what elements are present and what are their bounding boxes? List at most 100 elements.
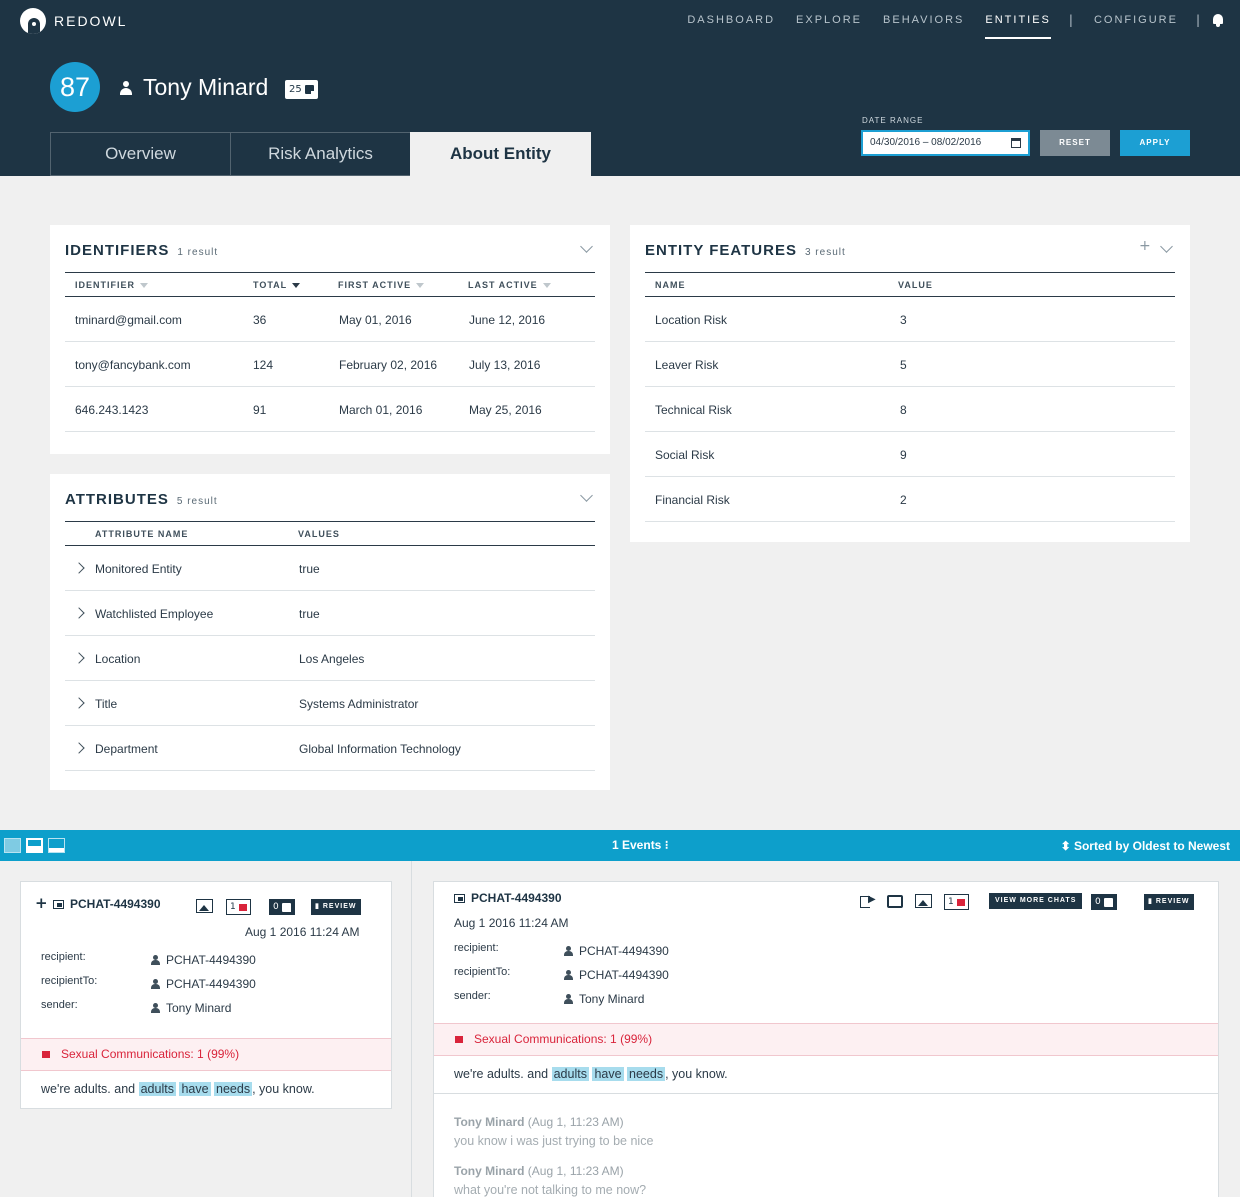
collapse-chevron-icon[interactable] [1160,240,1173,253]
expand-chevron-icon[interactable] [73,652,85,664]
nav-behaviors[interactable]: BEHAVIORS [883,14,964,26]
entity-name: Tony Minard [143,74,269,100]
view-more-chats-button[interactable]: VIEW MORE CHATS [989,893,1083,909]
person-icon [120,81,132,96]
table-row[interactable]: Technical Risk 8 [645,387,1175,432]
table-row[interactable]: Watchlisted Employee true [65,591,595,636]
event-detail-id: PCHAT-4494390 [454,891,562,905]
tab-about-entity[interactable]: About Entity [410,132,591,176]
identifiers-count: 1 result [177,247,219,258]
table-row[interactable]: tminard@gmail.com 36 May 01, 2016 June 1… [65,297,595,342]
export-icon[interactable] [860,894,876,908]
recipient-to-label: recipientTo: [454,966,511,978]
nav-dashboard[interactable]: DASHBOARD [687,14,775,26]
image-icon[interactable] [196,899,213,913]
date-range-input[interactable]: 04/30/2016 – 08/02/2016 [861,130,1030,156]
event-card[interactable]: + PCHAT-4494390 1 0 REVIEW Aug 1 2016 11… [20,881,392,1109]
events-count[interactable]: 1 Events ⁝ [612,838,669,852]
note-count-badge[interactable]: 0 [269,899,295,915]
sort-order-toggle[interactable]: ⬍ Sorted by Oldest to Newest [1061,839,1230,853]
table-row[interactable]: Department Global Information Technology [65,726,595,771]
sender-value-text: Tony Minard [166,1001,232,1015]
apply-button[interactable]: APPLY [1120,130,1190,156]
layout-split-icon[interactable] [26,838,43,853]
expand-chevron-icon[interactable] [73,697,85,709]
review-button[interactable]: REVIEW [1144,894,1195,910]
column-last-active[interactable]: LAST ACTIVE [468,280,551,290]
attribute-value-cell: true [299,607,320,621]
user-icon [564,994,573,1004]
tab-overview[interactable]: Overview [50,132,231,176]
flag-count-badge[interactable]: 1 [944,894,969,910]
table-row[interactable]: Leaver Risk 5 [645,342,1175,387]
brand-name: REDOWL [54,13,128,29]
notes-count-badge[interactable]: 25 [285,80,318,99]
chat-icon [53,900,64,909]
chat-time: (Aug 1, 11:23 AM) [527,1164,624,1178]
table-row[interactable]: Monitored Entity true [65,546,595,591]
risk-score-badge: 87 [50,62,100,112]
identifiers-card: IDENTIFIERS 1 result IDENTIFIER TOTAL FIR… [50,225,610,454]
column-total[interactable]: TOTAL [253,280,301,290]
recipient-label: recipient: [454,942,499,954]
add-icon[interactable]: + [1139,238,1151,254]
identifier-cell: 646.243.1423 [75,403,149,417]
layout-single-icon[interactable] [4,838,21,853]
table-row[interactable]: Title Systems Administrator [65,681,595,726]
flag-row: Sexual Communications: 1 (99%) [434,1023,1218,1056]
table-row[interactable]: tony@fancybank.com 124 February 02, 2016… [65,342,595,387]
expand-chevron-icon[interactable] [73,742,85,754]
last-active-cell: July 13, 2016 [469,358,541,372]
tab-risk-analytics[interactable]: Risk Analytics [230,132,411,176]
chat-message: Tony Minard (Aug 1, 11:23 AM) what you'r… [454,1164,646,1197]
chat-text: what you're not talking to me now? [454,1183,647,1197]
expand-plus-icon[interactable]: + [35,894,48,912]
chat-sender: Tony Minard [454,1164,525,1178]
brand-logo[interactable]: REDOWL [20,8,127,34]
nav-explore[interactable]: EXPLORE [796,14,862,26]
notifications-bell-icon[interactable] [1212,13,1224,27]
expand-chevron-icon[interactable] [73,562,85,574]
note-count-badge[interactable]: 0 [1091,894,1117,910]
table-row[interactable]: Financial Risk 2 [645,477,1175,522]
table-row[interactable]: 646.243.1423 91 March 01, 2016 May 25, 2… [65,387,595,432]
total-cell: 124 [253,358,274,372]
column-total-label: TOTAL [253,280,288,290]
user-icon [151,979,160,989]
image-icon[interactable] [915,894,932,908]
highlight-term: have [592,1067,624,1081]
flag-count-badge[interactable]: 1 [226,899,251,915]
nav-configure[interactable]: CONFIGURE [1094,14,1178,26]
expand-chevron-icon[interactable] [73,607,85,619]
identifier-cell: tminard@gmail.com [75,313,182,327]
reset-button[interactable]: RESET [1040,130,1110,156]
sort-icon [542,283,551,289]
attribute-value-cell: Systems Administrator [299,697,419,711]
note-count: 0 [273,902,279,912]
table-row[interactable]: Location Risk 3 [645,297,1175,342]
layout-bottom-icon[interactable] [48,838,65,853]
nav-entities[interactable]: ENTITIES [985,14,1051,39]
message-text: we're adults. and [41,1082,139,1096]
column-first-active[interactable]: FIRST ACTIVE [338,280,425,290]
identifiers-header: IDENTIFIER TOTAL FIRST ACTIVE LAST ACTIV… [65,272,595,297]
flag-text: Sexual Communications: 1 (99%) [61,1047,240,1061]
user-icon [564,970,573,980]
event-message: we're adults. and adults have needs, you… [454,1067,728,1081]
collapse-chevron-icon[interactable] [580,240,593,253]
review-button[interactable]: REVIEW [311,899,362,915]
table-row[interactable]: Social Risk 9 [645,432,1175,477]
collapse-chevron-icon[interactable] [580,489,593,502]
print-icon[interactable] [887,895,903,908]
column-attribute-name: ATTRIBUTE NAME [95,529,189,539]
feature-name-cell: Financial Risk [655,493,730,507]
table-row[interactable]: Location Los Angeles [65,636,595,681]
calendar-icon[interactable] [1011,138,1021,148]
first-active-cell: May 01, 2016 [339,313,412,327]
last-active-cell: June 12, 2016 [469,313,546,327]
column-identifier[interactable]: IDENTIFIER [75,280,149,290]
owl-logo-icon [20,8,46,34]
features-title: ENTITY FEATURES 3 result [645,242,846,259]
sender-label: sender: [41,999,78,1011]
attribute-name-cell: Monitored Entity [95,562,182,576]
